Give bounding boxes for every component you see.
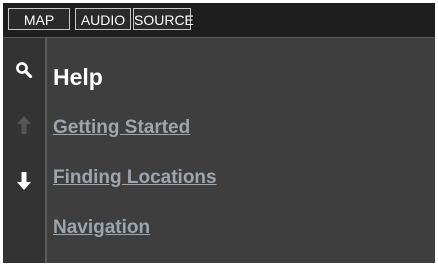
help-screen: MAP AUDIO SOURCE Help Getting Started Fi… [3, 3, 435, 263]
scroll-sidebar [3, 38, 45, 263]
top-bar: MAP AUDIO SOURCE [3, 3, 435, 38]
source-button[interactable]: SOURCE [133, 8, 194, 30]
search-icon[interactable] [15, 61, 33, 79]
audio-button[interactable]: AUDIO [75, 8, 131, 30]
finding-locations-link[interactable]: Finding Locations [53, 166, 217, 190]
help-content-panel: Help Getting Started Finding Locations N… [47, 38, 435, 263]
scroll-down-arrow-icon[interactable] [17, 172, 31, 190]
scroll-up-arrow-icon [17, 116, 31, 134]
map-button[interactable]: MAP [8, 8, 70, 30]
page-title: Help [53, 64, 103, 90]
navigation-link[interactable]: Navigation [53, 216, 150, 240]
getting-started-link[interactable]: Getting Started [53, 116, 190, 140]
